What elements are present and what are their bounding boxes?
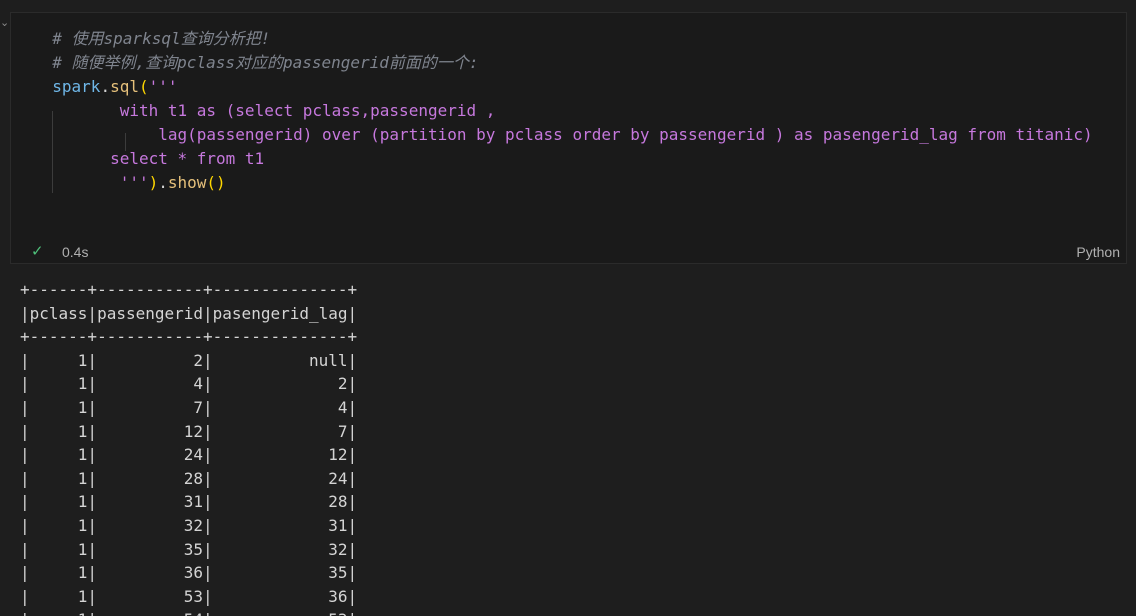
output-line: +------+-----------+--------------+ xyxy=(20,327,358,347)
code-line: spark.sql(''' xyxy=(33,75,178,99)
code-token: ''' xyxy=(119,173,149,192)
output-line: | 1| 24| 12| xyxy=(20,445,358,465)
code-token: . xyxy=(100,77,111,96)
code-line: # 使用sparksql查询分析把! xyxy=(33,27,270,51)
code-cell[interactable]: # 使用sparksql查询分析把! # 随便举例,查询pclass对应的pas… xyxy=(10,12,1127,264)
code-token: spark xyxy=(52,77,101,96)
output-line: | 1| 4| 2| xyxy=(20,374,358,394)
code-token: ( xyxy=(138,77,149,96)
code-line: lag(passengerid) over (partition by pcla… xyxy=(33,123,1093,147)
code-token: sql xyxy=(110,77,139,96)
code-token: # 随便举例,查询pclass对应的passengerid前面的一个: xyxy=(52,53,479,72)
output-line: | 1| 7| 4| xyxy=(20,397,358,417)
output-line: | 1| 53| 36| xyxy=(20,586,358,606)
code-token: ''' xyxy=(148,77,178,96)
output-line: | 1| 31| 28| xyxy=(20,492,358,512)
code-token: ) xyxy=(148,173,159,192)
output-line: |pclass|passengerid|pasengerid_lag| xyxy=(20,303,358,323)
indent-guide xyxy=(52,111,53,193)
code-line: with t1 as (select pclass,passengerid , xyxy=(33,99,496,123)
output-line: | 1| 12| 7| xyxy=(20,421,358,441)
output-line: | 1| 32| 31| xyxy=(20,515,358,535)
code-line: # 随便举例,查询pclass对应的passengerid前面的一个: xyxy=(33,51,479,75)
indent-guide xyxy=(125,133,126,151)
execution-time: 0.4s xyxy=(62,244,89,260)
collapse-chevron-icon[interactable]: ⌄ xyxy=(0,16,9,29)
code-token: # 使用sparksql查询分析把! xyxy=(52,29,271,48)
output-line: | 1| 35| 32| xyxy=(20,539,358,559)
code-line: select * from t1 xyxy=(33,147,264,171)
output-line: | 1| 28| 24| xyxy=(20,468,358,488)
code-token: () xyxy=(206,173,226,192)
cell-output: +------+-----------+--------------+ |pcla… xyxy=(20,278,1120,616)
language-label[interactable]: Python xyxy=(1076,244,1120,260)
output-line: | 1| 2| null| xyxy=(20,350,358,370)
output-line: +------+-----------+--------------+ xyxy=(20,280,358,299)
code-token: with t1 as (select pclass,passengerid , xyxy=(119,101,496,120)
code-line: ''').show() xyxy=(33,171,226,195)
code-token: show xyxy=(167,173,207,192)
output-line: | 1| 36| 35| xyxy=(20,563,358,583)
output-line: | 1| 54| 53| xyxy=(20,608,1120,616)
code-token: . xyxy=(158,173,168,192)
code-token: lag(passengerid) over (partition by pcla… xyxy=(158,125,1093,144)
code-token: select * from t1 xyxy=(110,149,265,168)
check-icon: ✓ xyxy=(31,242,44,260)
cell-status-bar: ✓ 0.4s Python xyxy=(11,241,1126,263)
